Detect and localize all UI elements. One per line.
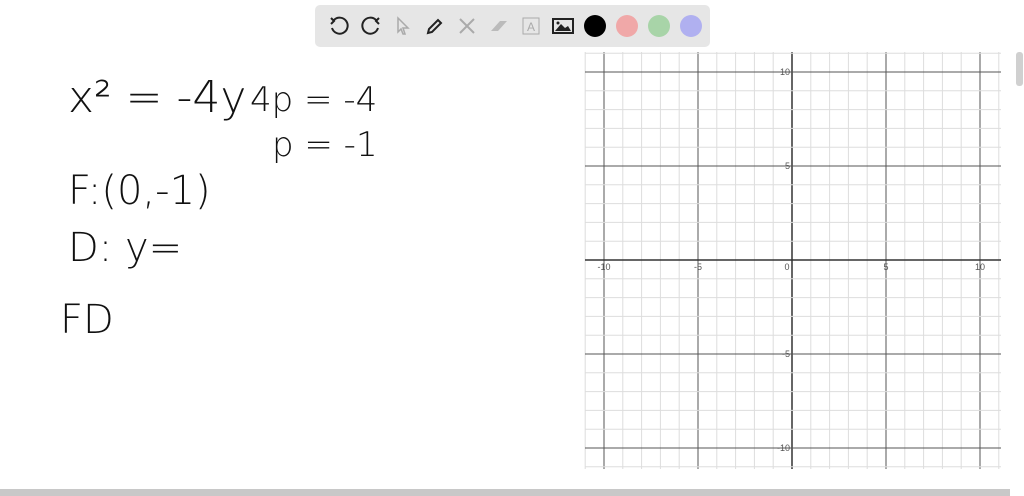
x-tick-label: 5	[883, 262, 888, 272]
y-tick-label: -10	[777, 443, 790, 453]
x-tick-label: -10	[597, 262, 610, 272]
y-tick-label: 5	[785, 161, 790, 171]
x-tick-label: -5	[694, 262, 702, 272]
y-tick-label: 10	[780, 67, 790, 77]
x-tick-label: 10	[975, 262, 985, 272]
coordinate-grid: -10 -5 0 5 10 10 5 -5 -10	[584, 52, 1001, 469]
x-tick-label: 0	[784, 262, 789, 272]
horizontal-scrollbar[interactable]	[0, 489, 1010, 496]
vertical-scrollbar[interactable]	[1016, 52, 1023, 86]
y-tick-label: -5	[782, 349, 790, 359]
